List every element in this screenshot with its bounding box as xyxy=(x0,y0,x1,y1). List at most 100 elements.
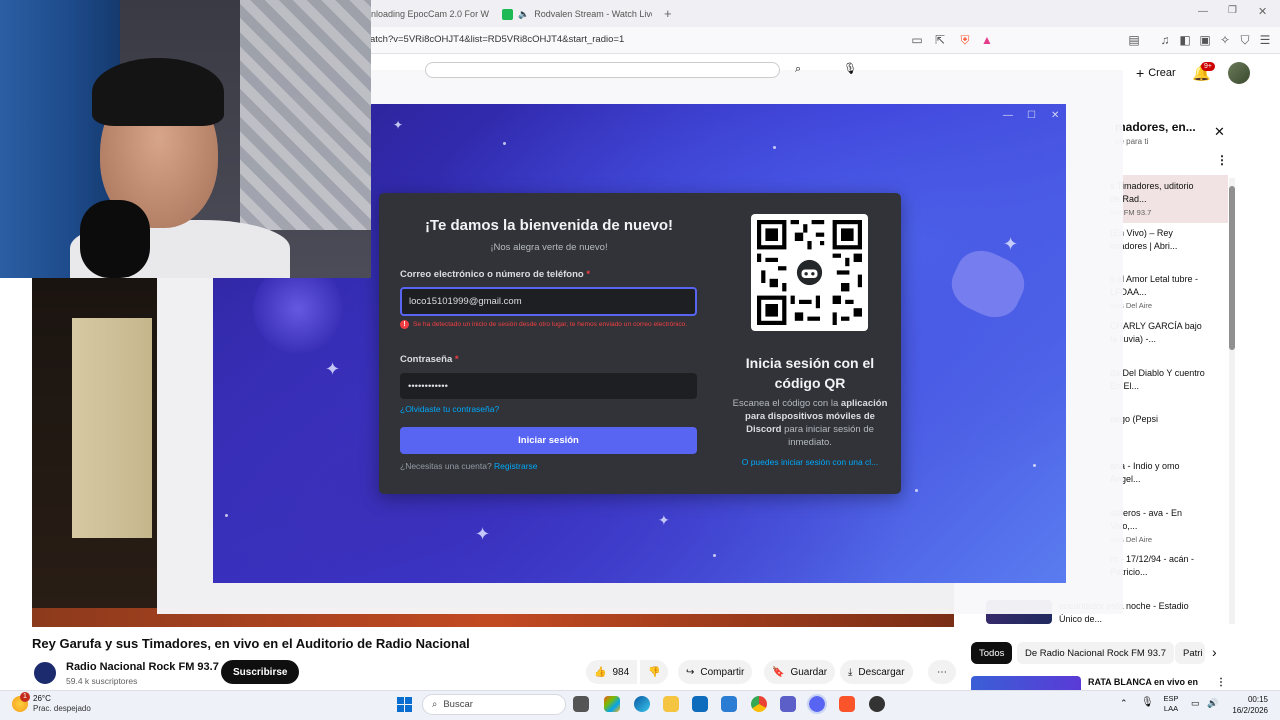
list-item-title: ana - Indio y omo Ángel... xyxy=(1110,461,1180,484)
more-actions-button[interactable]: ⋯ xyxy=(928,660,956,684)
star-decoration: ✦ xyxy=(658,512,670,528)
qr-description: Escanea el código con la aplicación para… xyxy=(730,397,890,449)
qr-title: Inicia sesión con el código QR xyxy=(745,355,875,391)
store-icon[interactable] xyxy=(692,696,708,712)
close-icon[interactable]: ✕ xyxy=(1214,124,1225,140)
tab-rodvalen[interactable]: 🔈 Rodvalen Stream - Watch Live on xyxy=(502,3,652,25)
tab-label: Rodvalen Stream - Watch Live on xyxy=(534,9,652,19)
weather-condition[interactable]: Prac. despejado xyxy=(33,704,91,713)
brave-icon[interactable] xyxy=(839,696,855,712)
chrome-icon[interactable] xyxy=(751,696,767,712)
email-label-text: Correo electrónico o número de teléfono xyxy=(400,269,584,280)
password-field[interactable] xyxy=(400,373,697,399)
list-item-title: uego (Pepsi xyxy=(1110,414,1159,424)
login-button[interactable]: Iniciar sesión xyxy=(400,427,697,454)
qr-desc-text-end: para iniciar sesión de inmediato. xyxy=(784,424,874,448)
required-mark: * xyxy=(454,354,459,365)
weather-temperature[interactable]: 26°C xyxy=(33,694,51,703)
brave-rewards-icon[interactable]: ▲ xyxy=(980,33,994,47)
screen-share-icon[interactable]: ▭ xyxy=(910,33,924,47)
leo-ai-icon[interactable]: ✧ xyxy=(1218,33,1232,47)
rock-decoration xyxy=(943,242,1033,326)
plus-icon: + xyxy=(1136,65,1145,81)
tab-label: nloading EpocCam 2.0 For Wind xyxy=(371,9,489,19)
input-language[interactable]: ESP LAA xyxy=(1159,694,1183,714)
discord-maximize-button[interactable]: ☐ xyxy=(1027,110,1036,121)
vpn-icon[interactable]: ⛉ xyxy=(1238,33,1252,47)
next-video-title[interactable]: RATA BLANCA en vivo en xyxy=(1088,677,1198,687)
taskbar-search[interactable]: ⌕ Buscar xyxy=(422,694,566,715)
like-button[interactable]: 👍 984 xyxy=(586,660,638,684)
channel-name[interactable]: Radio Nacional Rock FM 93.7 xyxy=(66,661,219,673)
create-button[interactable]: + Crear xyxy=(1128,62,1184,84)
youtube-search-box[interactable] xyxy=(425,62,780,78)
next-video-thumbnail[interactable] xyxy=(971,676,1081,690)
teams-icon[interactable] xyxy=(780,696,796,712)
subscribe-button[interactable]: Suscribirse xyxy=(221,660,300,684)
share-label: Compartir xyxy=(700,666,745,678)
chip-channel[interactable]: De Radio Nacional Rock FM 93.7 xyxy=(1017,642,1174,664)
playlist-scrollbar-thumb[interactable] xyxy=(1229,186,1235,350)
task-view-icon[interactable] xyxy=(573,696,589,712)
avatar[interactable] xyxy=(1228,62,1250,84)
dot-decoration xyxy=(915,489,918,492)
sidebar-icon[interactable]: ◧ xyxy=(1178,33,1192,47)
new-tab-button[interactable]: + xyxy=(664,6,672,21)
window-close-button[interactable]: ✕ xyxy=(1258,5,1267,18)
list-item-title: ro - 17/12/94 - acán - Patricio... xyxy=(1110,554,1195,577)
window-maximize-button[interactable]: ❐ xyxy=(1228,5,1237,16)
clock[interactable]: 00:15 16/2/2026 xyxy=(1224,694,1268,716)
brave-shield-icon[interactable]: ⛨ xyxy=(958,33,972,47)
chip-more[interactable]: Patri xyxy=(1175,642,1205,664)
playlist-menu-icon[interactable]: ⋮ xyxy=(1216,153,1228,167)
start-button[interactable] xyxy=(397,697,412,712)
tray-microphone-icon[interactable]: 🎙 xyxy=(1141,697,1154,708)
list-item-title: da Del Diablo Y cuentro En El... xyxy=(1110,368,1205,391)
list-item-title: (En Vivo) – Rey imadores | Abri... xyxy=(1110,228,1178,251)
tab-epoccam[interactable]: nloading EpocCam 2.0 For Wind xyxy=(371,3,489,25)
chevron-right-icon[interactable]: › xyxy=(1212,644,1217,660)
save-button[interactable]: 🔖 Guardar xyxy=(764,660,836,684)
qr-code xyxy=(751,214,868,331)
need-account-text: ¿Necesitas una cuenta? xyxy=(400,461,492,471)
media-icon[interactable]: ♫ xyxy=(1158,33,1172,47)
chip-all[interactable]: Todos xyxy=(971,642,1013,664)
outlook-icon[interactable] xyxy=(721,696,737,712)
share-button[interactable]: ↪ Compartir xyxy=(678,660,753,684)
menu-icon[interactable]: ☰ xyxy=(1258,33,1272,47)
password-label-text: Contraseña xyxy=(400,354,453,365)
dislike-button[interactable]: 👎 xyxy=(640,660,669,684)
thumbs-up-icon: 👍 xyxy=(594,666,607,678)
reader-icon[interactable]: ▤ xyxy=(1127,33,1141,47)
wallet-icon[interactable]: ▣ xyxy=(1198,33,1212,47)
edge-icon[interactable] xyxy=(634,696,650,712)
forgot-password-link[interactable]: ¿Olvidaste tu contraseña? xyxy=(400,404,499,414)
discord-minimize-button[interactable]: — xyxy=(1003,110,1013,121)
notification-badge: 9+ xyxy=(1201,62,1215,71)
password-label: Contraseña * xyxy=(400,354,459,365)
obs-icon[interactable] xyxy=(869,696,885,712)
language-code: ESP xyxy=(1163,694,1179,703)
copilot-icon[interactable] xyxy=(604,696,620,712)
url-field[interactable]: atch?v=5VRi8cOHJT4&list=RD5VRi8cOHJT4&st… xyxy=(370,34,624,45)
window-minimize-button[interactable]: — xyxy=(1198,6,1208,17)
network-icon[interactable]: ▭ xyxy=(1191,698,1200,709)
list-item-title: stilleros - ava - En Vivo,... xyxy=(1110,508,1183,531)
discord-close-button[interactable]: ✕ xyxy=(1051,110,1059,121)
email-field[interactable] xyxy=(400,287,697,316)
webcam-pattern xyxy=(240,0,371,230)
share-icon[interactable]: ⇱ xyxy=(933,33,947,47)
channel-avatar[interactable] xyxy=(32,660,58,686)
discord-icon[interactable] xyxy=(807,694,827,714)
create-label: Crear xyxy=(1148,67,1176,79)
register-link[interactable]: Registrarse xyxy=(494,461,537,471)
tray-chevron-up-icon[interactable]: ⌃ xyxy=(1120,698,1128,709)
volume-icon[interactable]: 🔊 xyxy=(1207,698,1218,709)
next-video-menu-icon[interactable]: ⋮ xyxy=(1216,677,1226,688)
download-button[interactable]: ⤓ Descargar xyxy=(840,660,913,684)
bookmark-icon: 🔖 xyxy=(772,666,785,678)
search-icon[interactable]: ⌕ xyxy=(795,63,801,76)
file-explorer-icon[interactable] xyxy=(663,696,679,712)
microphone-icon[interactable]: 🎙 xyxy=(843,62,857,75)
passkey-login-link[interactable]: O puedes iniciar sesión con una cl... xyxy=(730,457,890,467)
